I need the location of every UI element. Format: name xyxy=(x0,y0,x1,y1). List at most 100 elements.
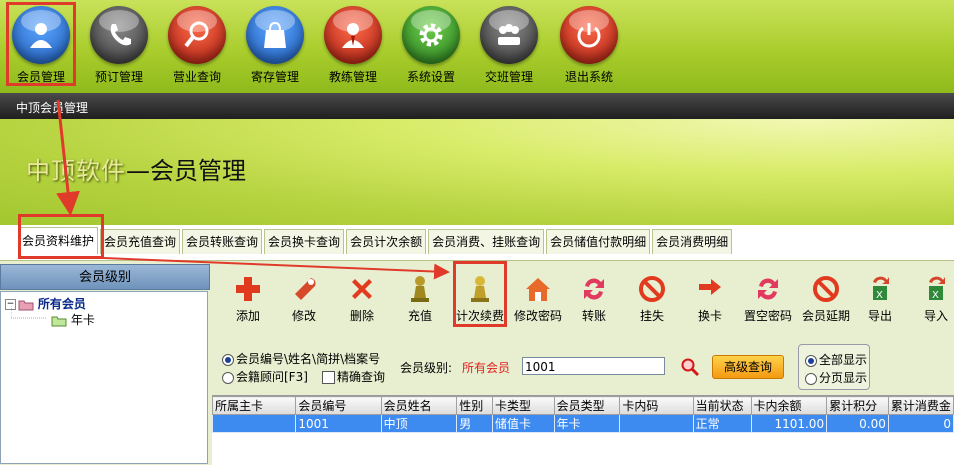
delete-button[interactable]: 删除 xyxy=(334,270,390,330)
cell-balance[interactable]: 1101.00 xyxy=(750,414,828,433)
toolbar-coach-label: 教练管理 xyxy=(328,70,377,84)
radio-dot[interactable] xyxy=(805,372,817,385)
tree-child-label: 年卡 xyxy=(70,313,95,327)
recharge-button[interactable]: 充值 xyxy=(392,270,448,330)
col-total-spent[interactable]: 累计消费金 xyxy=(887,396,954,415)
radio-dot[interactable] xyxy=(805,354,817,367)
change-password-button[interactable]: 修改密码 xyxy=(510,270,566,330)
wrench-icon xyxy=(295,278,316,300)
advanced-query-button[interactable]: 高级查询 xyxy=(712,355,784,379)
edit-label: 修改 xyxy=(291,309,316,323)
table-row[interactable]: 1001 中顶 男 储值卡 年卡 正常 1101.00 0.00 0 xyxy=(211,414,954,433)
tab-stored-payment[interactable]: 会员储值付款明细 xyxy=(546,229,651,254)
col-main-card[interactable]: 所属主卡 xyxy=(211,396,297,415)
cell-card-code[interactable] xyxy=(619,414,694,433)
cell-total-spent[interactable]: 0 xyxy=(887,414,954,433)
transfer-button[interactable]: 转账 xyxy=(566,270,622,330)
report-loss-button[interactable]: 挂失 xyxy=(624,270,680,330)
reset-password-label: 置空密码 xyxy=(743,309,792,323)
add-button[interactable]: 添加 xyxy=(220,270,276,330)
cell-card-type[interactable]: 储值卡 xyxy=(492,414,555,433)
toolbar-business-query-button[interactable]: 营业查询 xyxy=(162,4,232,86)
hero-banner: 中顶软件 —会员管理 xyxy=(0,119,954,225)
member-level-value[interactable]: 所有会员 xyxy=(462,359,510,376)
toolbar-handover-label: 交班管理 xyxy=(484,70,533,84)
exact-query-checkbox[interactable]: 精确查询 xyxy=(322,368,385,385)
show-all-label: 全部显示 xyxy=(819,353,868,367)
col-card-code[interactable]: 卡内码 xyxy=(619,396,694,415)
reset-password-button[interactable]: 置空密码 xyxy=(740,270,796,330)
toolbar-reservation-label: 预订管理 xyxy=(94,70,143,84)
tab-highlight xyxy=(18,214,104,259)
toolbar-reservation-button[interactable]: 预订管理 xyxy=(84,4,154,86)
cell-gender[interactable]: 男 xyxy=(456,414,494,433)
cell-points[interactable]: 0.00 xyxy=(826,414,889,433)
handover-icon xyxy=(498,24,520,45)
svg-text:X: X xyxy=(876,290,883,301)
col-member-name[interactable]: 会员姓名 xyxy=(380,396,458,415)
toolbar-exit-button[interactable]: 退出系统 xyxy=(554,4,624,86)
tree-node-annual[interactable]: 年卡 xyxy=(51,311,95,328)
phone-icon xyxy=(110,24,131,46)
page-title: —会员管理 xyxy=(126,157,246,185)
house-icon xyxy=(526,278,550,301)
col-points[interactable]: 累计积分 xyxy=(826,396,889,415)
cell-member-id[interactable]: 1001 xyxy=(295,414,382,433)
display-mode-group: 全部显示 分页显示 xyxy=(798,344,870,390)
radio-member-code[interactable]: 会员编号\姓名\简拼\档案号 xyxy=(222,350,380,367)
radio-advisor[interactable]: 会籍顾问[F3] xyxy=(222,368,308,385)
cell-member-type[interactable]: 年卡 xyxy=(553,414,621,433)
col-gender[interactable]: 性别 xyxy=(456,396,494,415)
toolbar-storage-button[interactable]: 寄存管理 xyxy=(240,4,310,86)
search-icon[interactable] xyxy=(680,357,700,377)
plus-icon xyxy=(236,277,260,301)
extend-member-label: 会员延期 xyxy=(801,309,850,323)
edit-button[interactable]: 修改 xyxy=(276,270,332,330)
cell-main-card[interactable] xyxy=(211,414,297,433)
import-icon: X xyxy=(929,276,945,301)
forbidden-icon xyxy=(639,276,665,302)
radio-show-all[interactable]: 全部显示 xyxy=(805,351,867,368)
radio-show-paged[interactable]: 分页显示 xyxy=(805,369,867,386)
export-label: 导出 xyxy=(867,309,892,323)
extend-member-button[interactable]: 会员延期 xyxy=(798,270,854,330)
toolbar-coach-button[interactable]: 教练管理 xyxy=(318,4,388,86)
col-card-type[interactable]: 卡类型 xyxy=(492,396,555,415)
change-card-button[interactable]: 换卡 xyxy=(682,270,738,330)
cell-member-name[interactable]: 中顶 xyxy=(380,414,458,433)
col-status[interactable]: 当前状态 xyxy=(692,396,752,415)
toolbar-handover-button[interactable]: 交班管理 xyxy=(474,4,544,86)
tab-consumption-query[interactable]: 会员消费、挂账查询 xyxy=(428,229,545,254)
export-button[interactable]: X 导出 xyxy=(852,270,908,330)
col-balance[interactable]: 卡内余额 xyxy=(750,396,828,415)
col-member-type[interactable]: 会员类型 xyxy=(553,396,621,415)
table-header-row: 所属主卡 会员编号 会员姓名 性别 卡类型 会员类型 卡内码 当前状态 卡内余额… xyxy=(211,396,954,415)
change-card-label: 换卡 xyxy=(697,309,722,323)
action-highlight xyxy=(453,261,507,327)
col-member-id[interactable]: 会员编号 xyxy=(295,396,382,415)
tree-lines xyxy=(11,306,47,319)
import-label: 导入 xyxy=(923,309,948,323)
cross-icon xyxy=(352,279,372,299)
import-button[interactable]: X 导入 xyxy=(908,270,954,330)
delete-label: 删除 xyxy=(349,309,374,323)
coach-icon xyxy=(342,23,364,48)
search-area: 会员编号\姓名\简拼\档案号 会籍顾问[F3] 精确查询 会员级别: 所有会员 … xyxy=(212,340,954,392)
folder-icon xyxy=(51,316,67,326)
search-input[interactable]: 1001 xyxy=(522,357,665,375)
toolbar-exit-label: 退出系统 xyxy=(564,70,613,84)
tab-card-change-query[interactable]: 会员换卡查询 xyxy=(264,229,345,254)
show-paged-label: 分页显示 xyxy=(819,371,868,385)
exact-query-label: 精确查询 xyxy=(337,370,386,384)
radio-dot[interactable] xyxy=(222,371,234,384)
toolbar-settings-button[interactable]: 系统设置 xyxy=(396,4,466,86)
checkbox-box[interactable] xyxy=(322,371,335,384)
radio-advisor-label: 会籍顾问[F3] xyxy=(236,370,308,384)
tab-recharge-query[interactable]: 会员充值查询 xyxy=(100,229,181,254)
cell-status[interactable]: 正常 xyxy=(692,414,752,433)
radio-dot[interactable] xyxy=(222,353,234,366)
pawn-icon xyxy=(411,276,429,302)
tab-count-balance[interactable]: 会员计次余额 xyxy=(346,229,427,254)
tab-consumption-detail[interactable]: 会员消费明细 xyxy=(652,229,733,254)
tab-transfer-query[interactable]: 会员转账查询 xyxy=(182,229,263,254)
